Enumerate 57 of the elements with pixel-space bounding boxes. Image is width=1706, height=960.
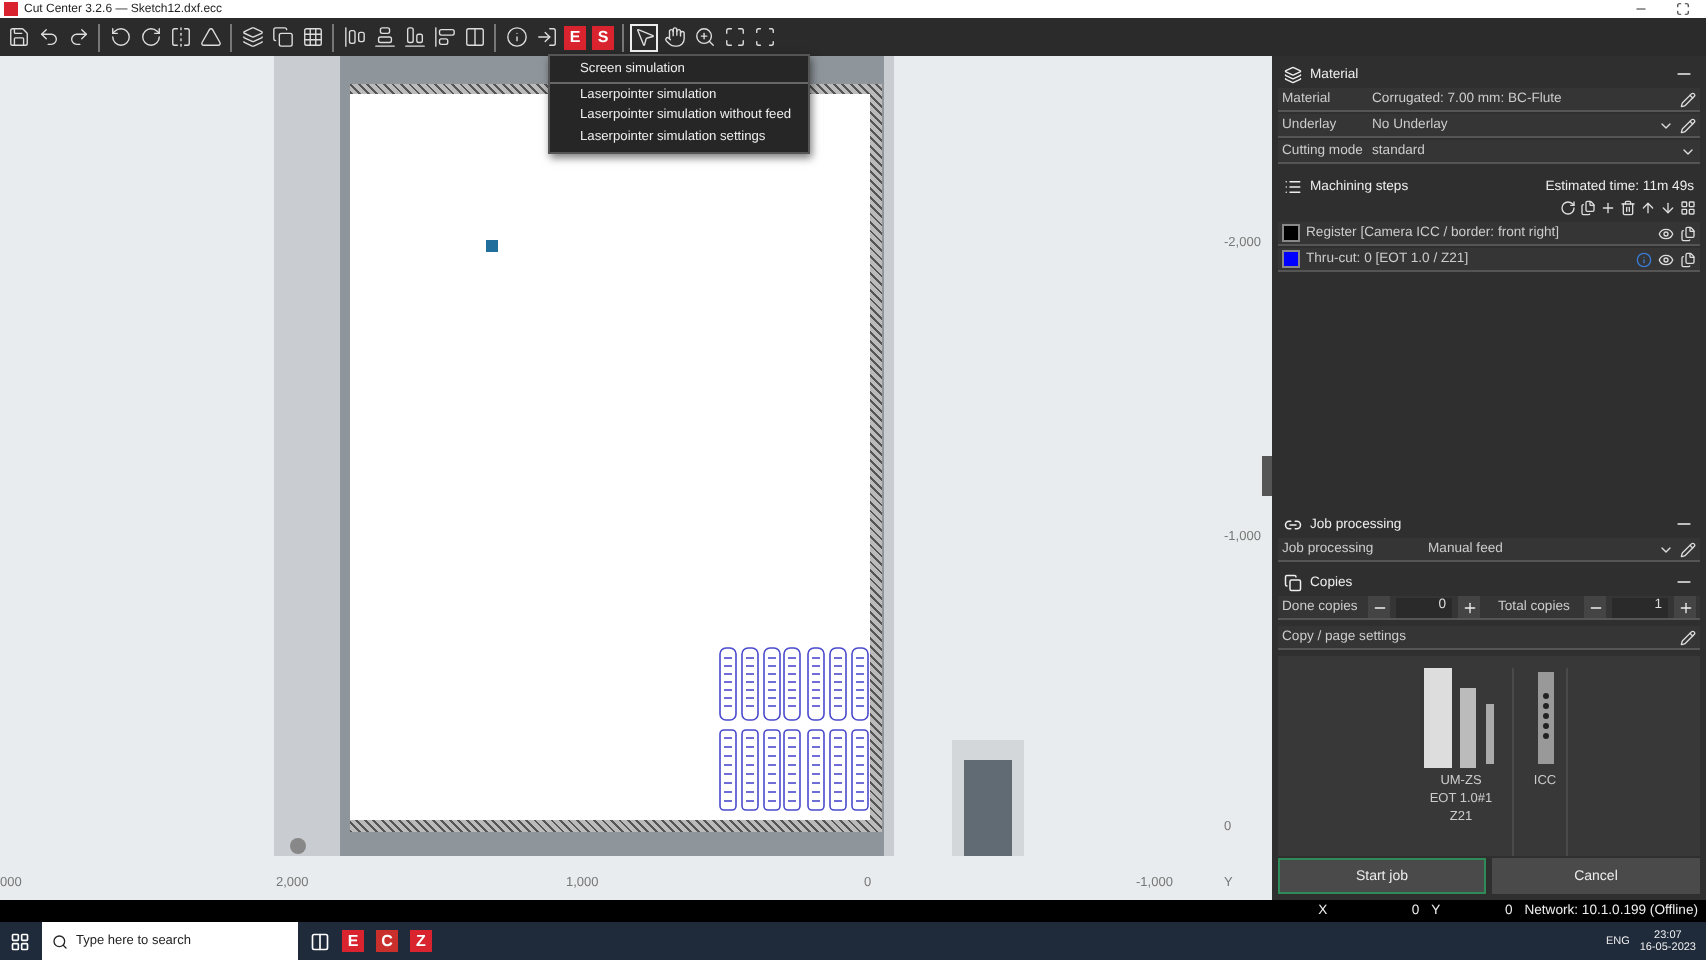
app-icon[interactable]: C bbox=[376, 930, 398, 952]
visibility-icon[interactable] bbox=[1658, 225, 1674, 241]
rotate-right-icon[interactable] bbox=[136, 23, 164, 51]
fit-width-icon[interactable] bbox=[750, 23, 778, 51]
rotate-left-icon[interactable] bbox=[106, 23, 134, 51]
refresh-icon[interactable] bbox=[1560, 200, 1576, 216]
copy-icon[interactable] bbox=[1680, 225, 1696, 241]
registration-mark bbox=[486, 240, 498, 252]
plus-icon bbox=[1677, 599, 1693, 615]
camera-device-drawing bbox=[952, 740, 1024, 856]
decrement-button[interactable] bbox=[1368, 596, 1390, 618]
move-down-icon[interactable] bbox=[1660, 200, 1676, 216]
import-icon[interactable] bbox=[532, 23, 560, 51]
letter-button[interactable]: E bbox=[564, 25, 586, 49]
hand-icon[interactable] bbox=[660, 23, 688, 51]
edit-icon[interactable] bbox=[1680, 117, 1696, 133]
align-start-icon[interactable] bbox=[430, 23, 458, 51]
copy-icon[interactable] bbox=[1680, 251, 1696, 267]
copy-icon[interactable] bbox=[1580, 200, 1596, 216]
task-view-icon[interactable] bbox=[310, 931, 330, 951]
add-icon[interactable] bbox=[1600, 200, 1616, 216]
info-icon[interactable] bbox=[502, 23, 530, 51]
copy-icon[interactable] bbox=[268, 23, 296, 51]
layers-icon[interactable] bbox=[238, 23, 266, 51]
increment-button[interactable] bbox=[1674, 596, 1696, 618]
copies-icon bbox=[1284, 573, 1302, 591]
edit-icon[interactable] bbox=[1680, 91, 1696, 107]
app-icon[interactable]: Z bbox=[410, 930, 432, 952]
increment-button[interactable] bbox=[1458, 596, 1480, 618]
letter-button[interactable]: S bbox=[592, 25, 614, 49]
visibility-icon[interactable] bbox=[1658, 251, 1674, 267]
app-logo-icon bbox=[4, 2, 18, 16]
plus-icon bbox=[1461, 599, 1477, 615]
search-icon bbox=[52, 933, 68, 949]
decrement-button[interactable] bbox=[1584, 596, 1606, 618]
material-icon bbox=[1284, 65, 1302, 83]
list-icon bbox=[1284, 177, 1302, 195]
edit-icon[interactable] bbox=[1680, 629, 1696, 645]
maximize-icon[interactable] bbox=[1676, 2, 1690, 16]
start-icon[interactable] bbox=[10, 931, 30, 951]
zoom-icon[interactable] bbox=[690, 23, 718, 51]
columns-icon[interactable] bbox=[460, 23, 488, 51]
triangle-icon[interactable] bbox=[196, 23, 224, 51]
move-up-icon[interactable] bbox=[1640, 200, 1656, 216]
fit-icon[interactable] bbox=[720, 23, 748, 51]
pointer-icon[interactable] bbox=[630, 23, 658, 51]
align-baseline-icon[interactable] bbox=[400, 23, 428, 51]
align-left-icon[interactable] bbox=[340, 23, 368, 51]
save-icon[interactable] bbox=[4, 23, 32, 51]
align-bottom-icon[interactable] bbox=[370, 23, 398, 51]
minimize-icon[interactable] bbox=[1634, 2, 1648, 16]
mirror-icon[interactable] bbox=[166, 23, 194, 51]
delete-icon[interactable] bbox=[1620, 200, 1636, 216]
link-icon bbox=[1284, 515, 1302, 533]
grid-icon[interactable] bbox=[298, 23, 326, 51]
edit-icon[interactable] bbox=[1680, 541, 1696, 557]
app-icon[interactable]: E bbox=[342, 930, 364, 952]
